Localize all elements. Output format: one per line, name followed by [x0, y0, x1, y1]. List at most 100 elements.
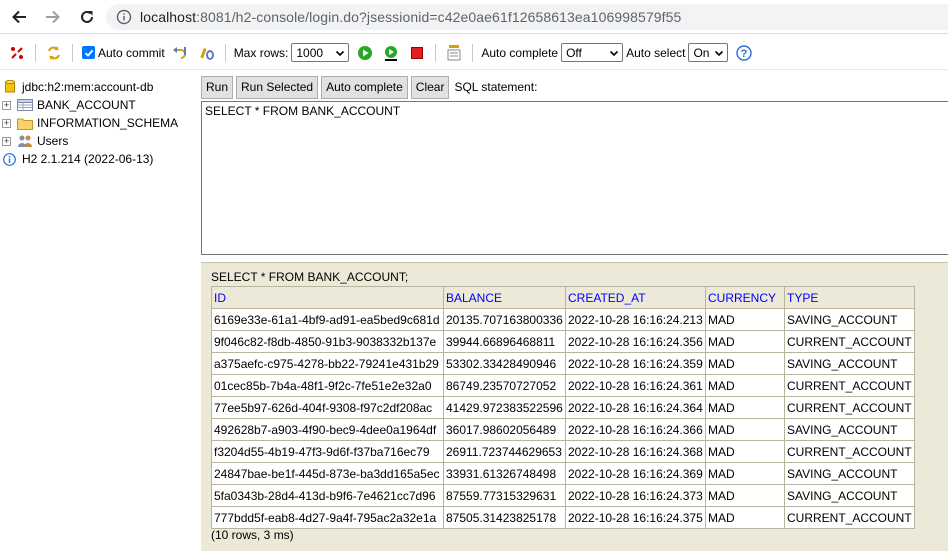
auto-commit-checkbox[interactable]	[82, 46, 95, 59]
browser-bar: localhost:8081/h2-console/login.do?jsess…	[0, 0, 948, 34]
cell-type: CURRENT_ACCOUNT	[784, 396, 915, 419]
tree-item-bank-account[interactable]: + BANK_ACCOUNT	[2, 96, 198, 114]
h2-toolbar: Auto commit Max rows: 1000 Auto complete…	[0, 36, 948, 70]
column-header-currency[interactable]: CURRENCY	[705, 286, 785, 309]
cell-id: 777bdd5f-eab8-4d27-9a4f-795ac2a32e1a	[211, 506, 444, 529]
toolbar-divider	[224, 43, 226, 62]
cell-id: f3204d55-4b19-47f3-9d6f-f37ba716ec79	[211, 440, 444, 463]
cell-currency: MAD	[705, 506, 785, 529]
expand-icon[interactable]: +	[2, 100, 11, 110]
reload-button[interactable]	[76, 6, 98, 28]
cell-currency: MAD	[705, 418, 785, 441]
auto-select-label: Auto select	[626, 45, 686, 60]
url-host: localhost	[140, 9, 197, 25]
chevron-down-icon	[610, 50, 619, 56]
back-button[interactable]	[8, 6, 30, 28]
cell-currency: MAD	[705, 440, 785, 463]
info-icon	[116, 9, 132, 25]
auto-complete-button[interactable]: Auto complete	[321, 75, 408, 99]
table-row: 77ee5b97-626d-404f-9308-f97c2df208ac 4142…	[211, 396, 915, 419]
auto-complete-select[interactable]: Off	[561, 43, 624, 62]
max-rows-value: 1000	[296, 45, 324, 60]
cell-id: 5fa0343b-28d4-413d-b9f6-7e4621cc7d96	[211, 484, 444, 507]
cell-currency: MAD	[705, 330, 785, 353]
cell-type: CURRENT_ACCOUNT	[784, 374, 915, 397]
tree-item-users[interactable]: + Users	[2, 132, 198, 150]
cell-balance: 33931.61326748498	[443, 462, 566, 485]
cell-currency: MAD	[705, 352, 785, 375]
table-row: 9f046c82-f8db-4850-91b3-9038332b137e 3994…	[211, 330, 915, 353]
users-icon	[17, 134, 33, 148]
toolbar-divider	[435, 43, 437, 62]
table-header-row: ID BALANCE CREATED_AT CURRENCY TYPE	[211, 286, 915, 309]
table-row: 492628b7-a903-4f90-bec9-4dee0a1964df 3601…	[211, 418, 915, 441]
run-selected-button[interactable]: Run Selected	[236, 75, 319, 99]
clear-button[interactable]: Clear	[410, 75, 450, 99]
cell-type: SAVING_ACCOUNT	[784, 462, 915, 485]
cell-created-at: 2022-10-28 16:16:24.373	[565, 484, 706, 507]
toolbar-divider	[72, 43, 73, 62]
toolbar-divider	[35, 43, 36, 62]
max-rows-label: Max rows:	[233, 45, 289, 60]
column-header-created-at[interactable]: CREATED_AT	[565, 286, 706, 309]
result-statement: SELECT * FROM BANK_ACCOUNT;	[211, 270, 409, 284]
history-icon[interactable]	[444, 43, 464, 63]
chevron-down-icon	[715, 50, 724, 56]
help-symbol: ?	[741, 48, 748, 60]
address-bar[interactable]: localhost:8081/h2-console/login.do?jsess…	[106, 4, 948, 30]
toolbar-divider	[472, 43, 474, 62]
auto-complete-value: Off	[566, 45, 582, 60]
column-header-balance[interactable]: BALANCE	[443, 286, 566, 309]
run-selected-icon[interactable]	[381, 43, 401, 63]
cell-id: 77ee5b97-626d-404f-9308-f97c2df208ac	[211, 396, 444, 419]
table-row: 6169e33e-61a1-4bf9-ad91-ea5bed9c681d 2013…	[211, 308, 915, 331]
cell-balance: 87559.77315329631	[443, 484, 566, 507]
tree-connection[interactable]: jdbc:h2:mem:account-db	[2, 78, 198, 96]
cell-balance: 87505.31423825178	[443, 506, 566, 529]
database-icon	[4, 80, 16, 94]
stop-icon[interactable]	[407, 43, 427, 63]
reload-icon	[81, 10, 93, 23]
cell-id: 9f046c82-f8db-4850-91b3-9038332b137e	[211, 330, 444, 353]
column-header-type[interactable]: TYPE	[784, 286, 915, 309]
result-footer: (10 rows, 3 ms)	[211, 528, 294, 542]
auto-select-select[interactable]: On	[688, 43, 729, 62]
cell-balance: 39944.66896468811	[443, 330, 566, 353]
help-icon[interactable]: ?	[734, 43, 754, 63]
rollback-icon[interactable]	[171, 43, 191, 63]
disconnect-icon[interactable]	[7, 43, 27, 63]
cell-created-at: 2022-10-28 16:16:24.369	[565, 462, 706, 485]
table-row: f3204d55-4b19-47f3-9d6f-f37ba716ec79 2691…	[211, 440, 915, 463]
commit-icon[interactable]	[197, 43, 217, 63]
cell-created-at: 2022-10-28 16:16:24.364	[565, 396, 706, 419]
expand-icon[interactable]: +	[2, 118, 11, 128]
url-text: localhost:8081/h2-console/login.do?jsess…	[140, 9, 681, 25]
cell-id: 24847bae-be1f-445d-873e-ba3dd165a5ec	[211, 462, 444, 485]
tree-item-information-schema[interactable]: + INFORMATION_SCHEMA	[2, 114, 198, 132]
cell-balance: 41429.972383522596	[443, 396, 566, 419]
arrow-left-icon	[12, 10, 26, 23]
max-rows-select[interactable]: 1000	[291, 43, 350, 62]
cell-created-at: 2022-10-28 16:16:24.213	[565, 308, 706, 331]
table-icon	[17, 98, 33, 112]
cell-currency: MAD	[705, 462, 785, 485]
table-row: 5fa0343b-28d4-413d-b9f6-7e4621cc7d96 8755…	[211, 484, 915, 507]
refresh-tree-icon[interactable]	[44, 43, 64, 63]
run-button[interactable]: Run	[201, 75, 234, 99]
table-row: 777bdd5f-eab8-4d27-9a4f-795ac2a32e1a 8750…	[211, 506, 915, 529]
cell-currency: MAD	[705, 396, 785, 419]
schema-tree: jdbc:h2:mem:account-db + BANK_ACCOUNT + …	[2, 78, 198, 168]
column-header-id[interactable]: ID	[211, 286, 444, 309]
expand-icon[interactable]: +	[2, 136, 11, 146]
sql-text: SELECT * FROM BANK_ACCOUNT	[205, 104, 401, 118]
sql-editor[interactable]: SELECT * FROM BANK_ACCOUNT	[201, 101, 948, 255]
run-icon[interactable]	[355, 43, 375, 63]
arrow-right-icon	[46, 10, 60, 23]
auto-commit-label: Auto commit	[98, 45, 165, 60]
cell-type: SAVING_ACCOUNT	[784, 484, 915, 507]
tree-item-label: Users	[37, 134, 69, 148]
cell-type: SAVING_ACCOUNT	[784, 308, 915, 331]
forward-button[interactable]	[42, 6, 64, 28]
url-path: :8081/h2-console/login.do?jsessionid=c42…	[196, 9, 682, 25]
connection-label: jdbc:h2:mem:account-db	[22, 80, 154, 94]
